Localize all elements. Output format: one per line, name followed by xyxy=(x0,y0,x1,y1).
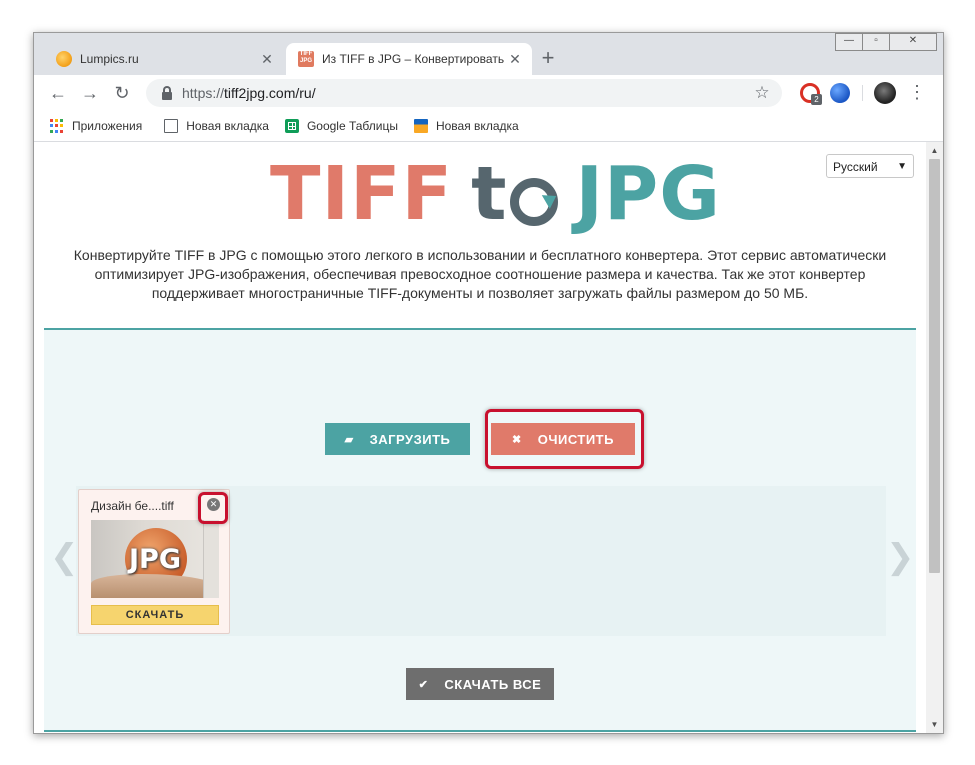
chevron-down-icon: ▼ xyxy=(897,161,907,172)
file-thumbnail: JPG xyxy=(91,520,219,598)
language-value: Русский xyxy=(833,160,878,174)
sheets-icon xyxy=(284,119,299,133)
vertical-scrollbar[interactable]: ▲ ▼ xyxy=(926,142,943,733)
convert-arrow-icon xyxy=(509,178,558,226)
reload-icon[interactable]: ↻ xyxy=(110,81,134,105)
remove-file-highlight xyxy=(198,492,228,524)
bookmark-google-sheets[interactable]: Google Таблицы xyxy=(284,119,398,133)
star-icon[interactable]: ☆ xyxy=(750,83,774,103)
tab-title: Lumpics.ru xyxy=(80,52,139,66)
tab-lumpics[interactable]: Lumpics.ru ✕ xyxy=(44,43,284,75)
minimize-icon[interactable]: — xyxy=(835,33,863,51)
window-close-icon[interactable]: ✕ xyxy=(889,33,937,51)
toolbar-separator xyxy=(862,85,863,101)
browser-window: Lumpics.ru ✕ TIFF JPG Из TIFF в JPG – Ко… xyxy=(33,32,944,734)
language-select[interactable]: Русский ▼ xyxy=(826,154,914,178)
lock-icon xyxy=(162,86,172,100)
logo-jpg: JPG xyxy=(575,151,722,237)
profile-avatar[interactable] xyxy=(874,82,896,104)
scroll-down-icon[interactable]: ▼ xyxy=(926,716,943,733)
extension-badge: 2 xyxy=(811,94,822,105)
upload-button[interactable]: ▰ ЗАГРУЗИТЬ xyxy=(325,423,470,455)
site-logo[interactable]: TIFF t JPG xyxy=(270,156,721,232)
restore-icon[interactable]: ▫ xyxy=(862,33,890,51)
browser-toolbar: ← → ↻ https://tiff2jpg.com/ru/ ☆ 2 ⋮ xyxy=(34,75,943,111)
new-tab-button[interactable]: + xyxy=(536,47,560,71)
document-icon xyxy=(164,119,179,133)
file-name: Дизайн бе....tiff xyxy=(91,499,174,513)
folder-icon: ▰ xyxy=(344,433,354,446)
bookmark-label: Новая вкладка xyxy=(186,119,269,133)
download-all-label: СКАЧАТЬ ВСЕ xyxy=(444,676,542,692)
logo-to: t xyxy=(471,156,558,232)
address-bar[interactable]: https://tiff2jpg.com/ru/ ☆ xyxy=(146,79,782,107)
bookmarks-bar: Приложения Новая вкладка Google Таблицы … xyxy=(34,111,943,142)
bookmark-label: Новая вкладка xyxy=(435,119,519,133)
thumbnail-hand xyxy=(91,574,219,598)
chevron-right-icon[interactable]: ❯ xyxy=(886,537,915,577)
url-text[interactable]: https://tiff2jpg.com/ru/ xyxy=(182,85,750,101)
kebab-menu-icon[interactable]: ⋮ xyxy=(908,81,926,105)
clear-button-highlight xyxy=(485,409,644,469)
tab-tiff2jpg[interactable]: TIFF JPG Из TIFF в JPG – Конвертировать … xyxy=(286,43,532,75)
download-all-button[interactable]: ✔ СКАЧАТЬ ВСЕ xyxy=(406,668,554,700)
scrollbar-thumb[interactable] xyxy=(929,159,940,573)
thumbnail-strip xyxy=(203,520,219,598)
download-button[interactable]: СКАЧАТЬ xyxy=(91,605,219,625)
back-icon[interactable]: ← xyxy=(46,81,70,105)
window-controls: — ▫ ✕ xyxy=(835,33,937,51)
opera-extension-icon[interactable]: 2 xyxy=(800,83,822,105)
tab-strip: Lumpics.ru ✕ TIFF JPG Из TIFF в JPG – Ко… xyxy=(34,33,943,75)
bookmark-label: Приложения xyxy=(72,119,143,133)
section-divider-bottom xyxy=(44,730,916,732)
site-description: Конвертируйте TIFF в JPG с помощью этого… xyxy=(73,247,887,301)
image-icon xyxy=(413,119,428,133)
bookmark-new-tab-2[interactable]: Новая вкладка xyxy=(413,119,519,133)
bookmark-label: Google Таблицы xyxy=(306,119,398,133)
tab-close-icon[interactable]: ✕ xyxy=(506,51,524,68)
check-icon: ✔ xyxy=(418,678,429,691)
orange-favicon-icon xyxy=(56,51,72,67)
logo-tiff: TIFF xyxy=(270,151,454,237)
tab-close-icon[interactable]: ✕ xyxy=(258,51,276,68)
tab-title: Из TIFF в JPG – Конвертировать xyxy=(322,52,505,66)
globe-extension-icon[interactable] xyxy=(830,83,850,103)
forward-icon[interactable]: → xyxy=(78,81,102,105)
upload-label: ЗАГРУЗИТЬ xyxy=(369,431,451,447)
page-viewport: Русский ▼ TIFF t JPG Конвертируйте TIFF … xyxy=(34,142,943,733)
apps-grid-icon xyxy=(50,119,64,133)
thumbnail-format-label: JPG xyxy=(129,544,181,575)
chevron-left-icon[interactable]: ❮ xyxy=(50,537,79,577)
scroll-up-icon[interactable]: ▲ xyxy=(926,142,943,159)
tiff-jpg-favicon-icon: TIFF JPG xyxy=(298,51,314,67)
bookmark-apps[interactable]: Приложения xyxy=(50,119,142,133)
bookmark-new-tab-1[interactable]: Новая вкладка xyxy=(164,119,269,133)
